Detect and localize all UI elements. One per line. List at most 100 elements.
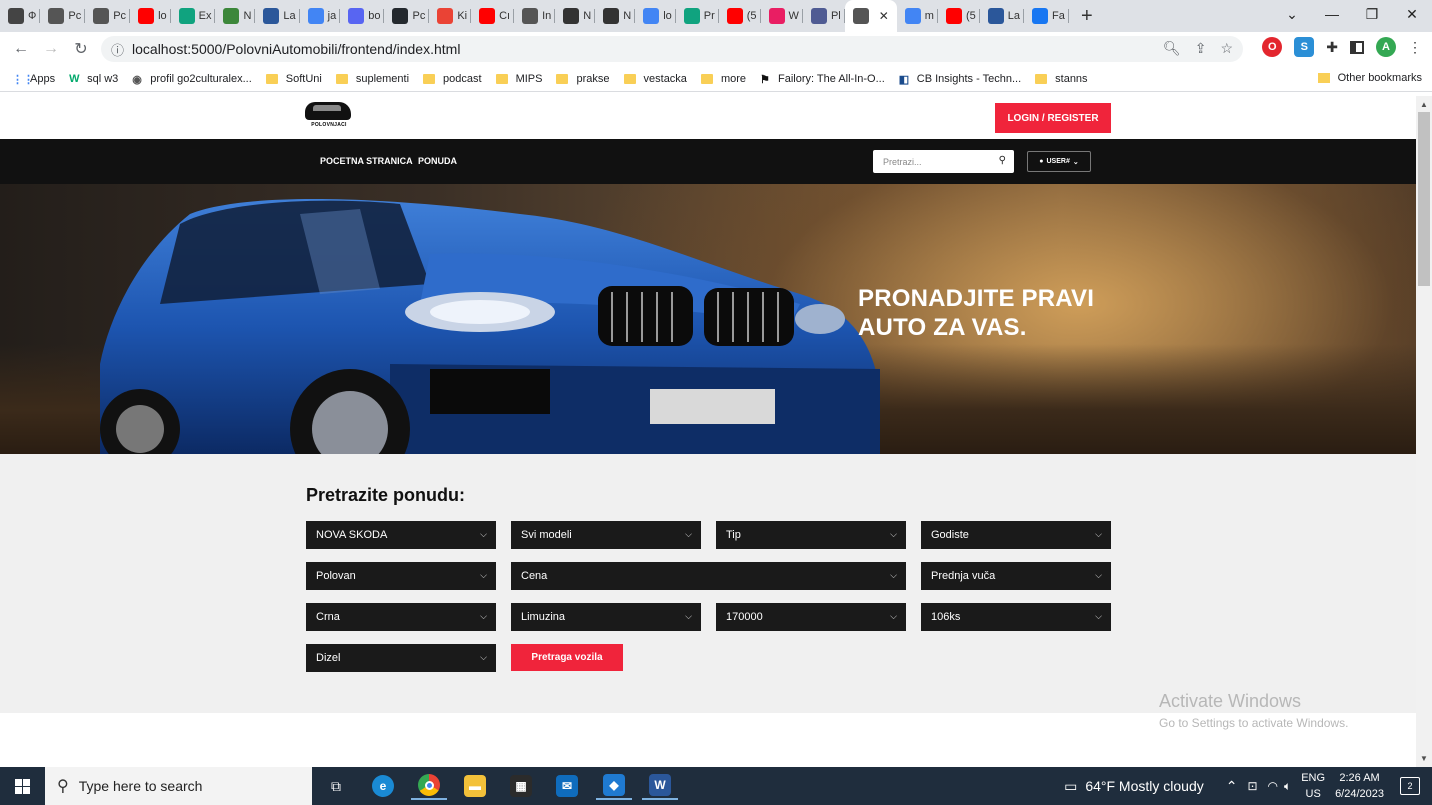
scroll-thumb[interactable]	[1418, 112, 1430, 286]
active-browser-tab[interactable]: ✕	[844, 0, 897, 32]
site-info-icon[interactable]: ⓘ	[111, 40, 124, 59]
site-logo[interactable]: POLOVNJACI	[305, 102, 353, 132]
power-select[interactable]: 106ks ⌵	[921, 603, 1111, 631]
browser-menu-icon[interactable]: ⋮	[1408, 39, 1422, 56]
browser-tab[interactable]: Cı	[471, 0, 515, 32]
browser-tab[interactable]: m	[897, 0, 938, 32]
browser-tab[interactable]: N	[555, 0, 596, 32]
type-select[interactable]: Tip ⌵	[716, 521, 906, 549]
opera-extension-icon[interactable]: O	[1262, 37, 1283, 57]
close-tab-icon[interactable]: ✕	[879, 9, 889, 23]
show-hidden-icons-icon[interactable]: ⌃	[1226, 778, 1238, 795]
color-select[interactable]: Crna ⌵	[306, 603, 496, 631]
browser-tab[interactable]: La	[255, 0, 300, 32]
body-select[interactable]: Limuzina ⌵	[511, 603, 701, 631]
condition-select[interactable]: Polovan ⌵	[306, 562, 496, 590]
browser-tab[interactable]: (5	[938, 0, 980, 32]
browser-tab[interactable]: La	[980, 0, 1024, 32]
back-button[interactable]: ←	[6, 34, 36, 64]
bookmark-item[interactable]: Wsql w3	[69, 73, 118, 85]
browser-tab[interactable]: ja	[300, 0, 341, 32]
browser-tab[interactable]: bo	[340, 0, 385, 32]
forward-button[interactable]: →	[36, 34, 66, 64]
bookmark-star-icon[interactable]: ☆	[1220, 40, 1233, 57]
browser-tab[interactable]: Pr	[676, 0, 719, 32]
search-icon[interactable]: ⚲	[999, 155, 1006, 166]
reload-button[interactable]: ↻	[66, 34, 96, 64]
nav-offer-link[interactable]: PONUDA	[418, 156, 457, 166]
price-select[interactable]: Cena ⌵	[511, 562, 906, 590]
bookmark-item[interactable]: ◧ CB Insights - Techn...	[899, 73, 1021, 86]
drive-select[interactable]: Prednja vuča ⌵	[921, 562, 1111, 590]
chrome-icon[interactable]	[411, 772, 447, 800]
bookmark-item[interactable]: podcast	[423, 73, 482, 85]
word-icon[interactable]: W	[642, 772, 678, 800]
browser-tab[interactable]: lo	[130, 0, 171, 32]
weather-text[interactable]: 64°F Mostly cloudy	[1085, 778, 1203, 794]
wifi-icon[interactable]: ◠	[1268, 779, 1278, 793]
edge-icon[interactable]: e	[365, 772, 401, 800]
volume-icon[interactable]: 🔈︎	[1284, 779, 1291, 794]
mail-icon[interactable]: ✉	[549, 772, 585, 800]
taskbar-search-box[interactable]: ⚲ Type here to search	[45, 767, 312, 805]
language-indicator[interactable]: ENG US	[1301, 770, 1325, 802]
close-window-button[interactable]: ✕	[1392, 0, 1432, 28]
bookmark-item[interactable]: more	[700, 73, 746, 85]
scroll-down-arrow-icon[interactable]: ▼	[1420, 754, 1428, 763]
browser-tab[interactable]: Pc	[40, 0, 86, 32]
browser-tab[interactable]: Ex	[171, 0, 216, 32]
brand-select[interactable]: NOVA SKODA ⌵	[306, 521, 496, 549]
model-select[interactable]: Svi modeli ⌵	[511, 521, 701, 549]
bookmark-item[interactable]: prakse	[556, 73, 610, 85]
zoom-icon[interactable]: 🔍︎	[1163, 40, 1181, 57]
scroll-up-arrow-icon[interactable]: ▲	[1420, 100, 1428, 109]
task-view-icon[interactable]: ⧉	[318, 772, 354, 800]
browser-tab[interactable]: Ki	[429, 0, 472, 32]
minimize-button[interactable]: —	[1312, 0, 1352, 28]
clock[interactable]: 2:26 AM 6/24/2023	[1335, 770, 1384, 802]
new-tab-button[interactable]: +	[1073, 2, 1101, 30]
bookmark-item[interactable]: ⋮⋮ Apps	[12, 73, 55, 86]
bookmark-item[interactable]: stanns	[1035, 73, 1088, 85]
browser-tab[interactable]: Pc	[384, 0, 430, 32]
notification-center-icon[interactable]: 2	[1400, 777, 1420, 795]
bookmark-item[interactable]: suplementi	[335, 73, 409, 85]
user-dropdown[interactable]: ● USER# ⌄	[1027, 151, 1091, 172]
browser-tab[interactable]: W	[761, 0, 803, 32]
nav-home-link[interactable]: POCETNA STRANICA	[320, 156, 413, 166]
extensions-puzzle-icon[interactable]: ✚	[1326, 39, 1338, 56]
login-register-button[interactable]: LOGIN / REGISTER	[995, 103, 1111, 133]
vscode-icon[interactable]: ◆	[596, 772, 632, 800]
url-bar[interactable]: ⓘ localhost:5000/PolovniAutomobili/front…	[101, 36, 1243, 62]
browser-tab[interactable]: N	[215, 0, 256, 32]
year-select[interactable]: Godiste ⌵	[921, 521, 1111, 549]
bookmark-item[interactable]: ⚑ Failory: The All-In-O...	[760, 73, 885, 86]
share-icon[interactable]: ⇪	[1195, 40, 1207, 57]
bookmark-item[interactable]: vestacka	[623, 73, 687, 85]
site-search-input[interactable]: Pretrazi... ⚲	[873, 150, 1014, 173]
fuel-select[interactable]: Dizel ⌵	[306, 644, 496, 672]
browser-tab[interactable]: Pc	[85, 0, 131, 32]
mileage-select[interactable]: 170000 ⌵	[716, 603, 906, 631]
maximize-button[interactable]: ❐	[1352, 0, 1392, 28]
bookmark-item[interactable]: ◉ profil go2culturalex...	[132, 73, 252, 86]
browser-tab[interactable]: Ф	[0, 0, 41, 32]
browser-tab[interactable]: Pl	[803, 0, 845, 32]
file-explorer-icon[interactable]: ▬	[457, 772, 493, 800]
profile-avatar[interactable]: A	[1376, 37, 1396, 57]
tab-search-icon[interactable]: ⌄	[1272, 0, 1312, 28]
side-panel-icon[interactable]	[1350, 40, 1364, 54]
other-bookmarks[interactable]: Other bookmarks	[1317, 72, 1422, 84]
search-vehicles-button[interactable]: Pretraga vozila	[511, 644, 623, 671]
start-button[interactable]	[0, 767, 45, 805]
browser-tab[interactable]: (5	[719, 0, 761, 32]
browser-tab[interactable]: In	[514, 0, 556, 32]
skype-extension-icon[interactable]: S	[1294, 37, 1315, 57]
browser-tab[interactable]: Fa	[1024, 0, 1069, 32]
browser-tab[interactable]: N	[595, 0, 636, 32]
bookmark-item[interactable]: MIPS	[495, 73, 542, 85]
browser-tab[interactable]: lo	[635, 0, 676, 32]
bookmark-item[interactable]: SoftUni	[265, 73, 322, 85]
page-scrollbar[interactable]: ▲ ▼	[1416, 96, 1432, 767]
microsoft-store-icon[interactable]: ▦	[503, 772, 539, 800]
